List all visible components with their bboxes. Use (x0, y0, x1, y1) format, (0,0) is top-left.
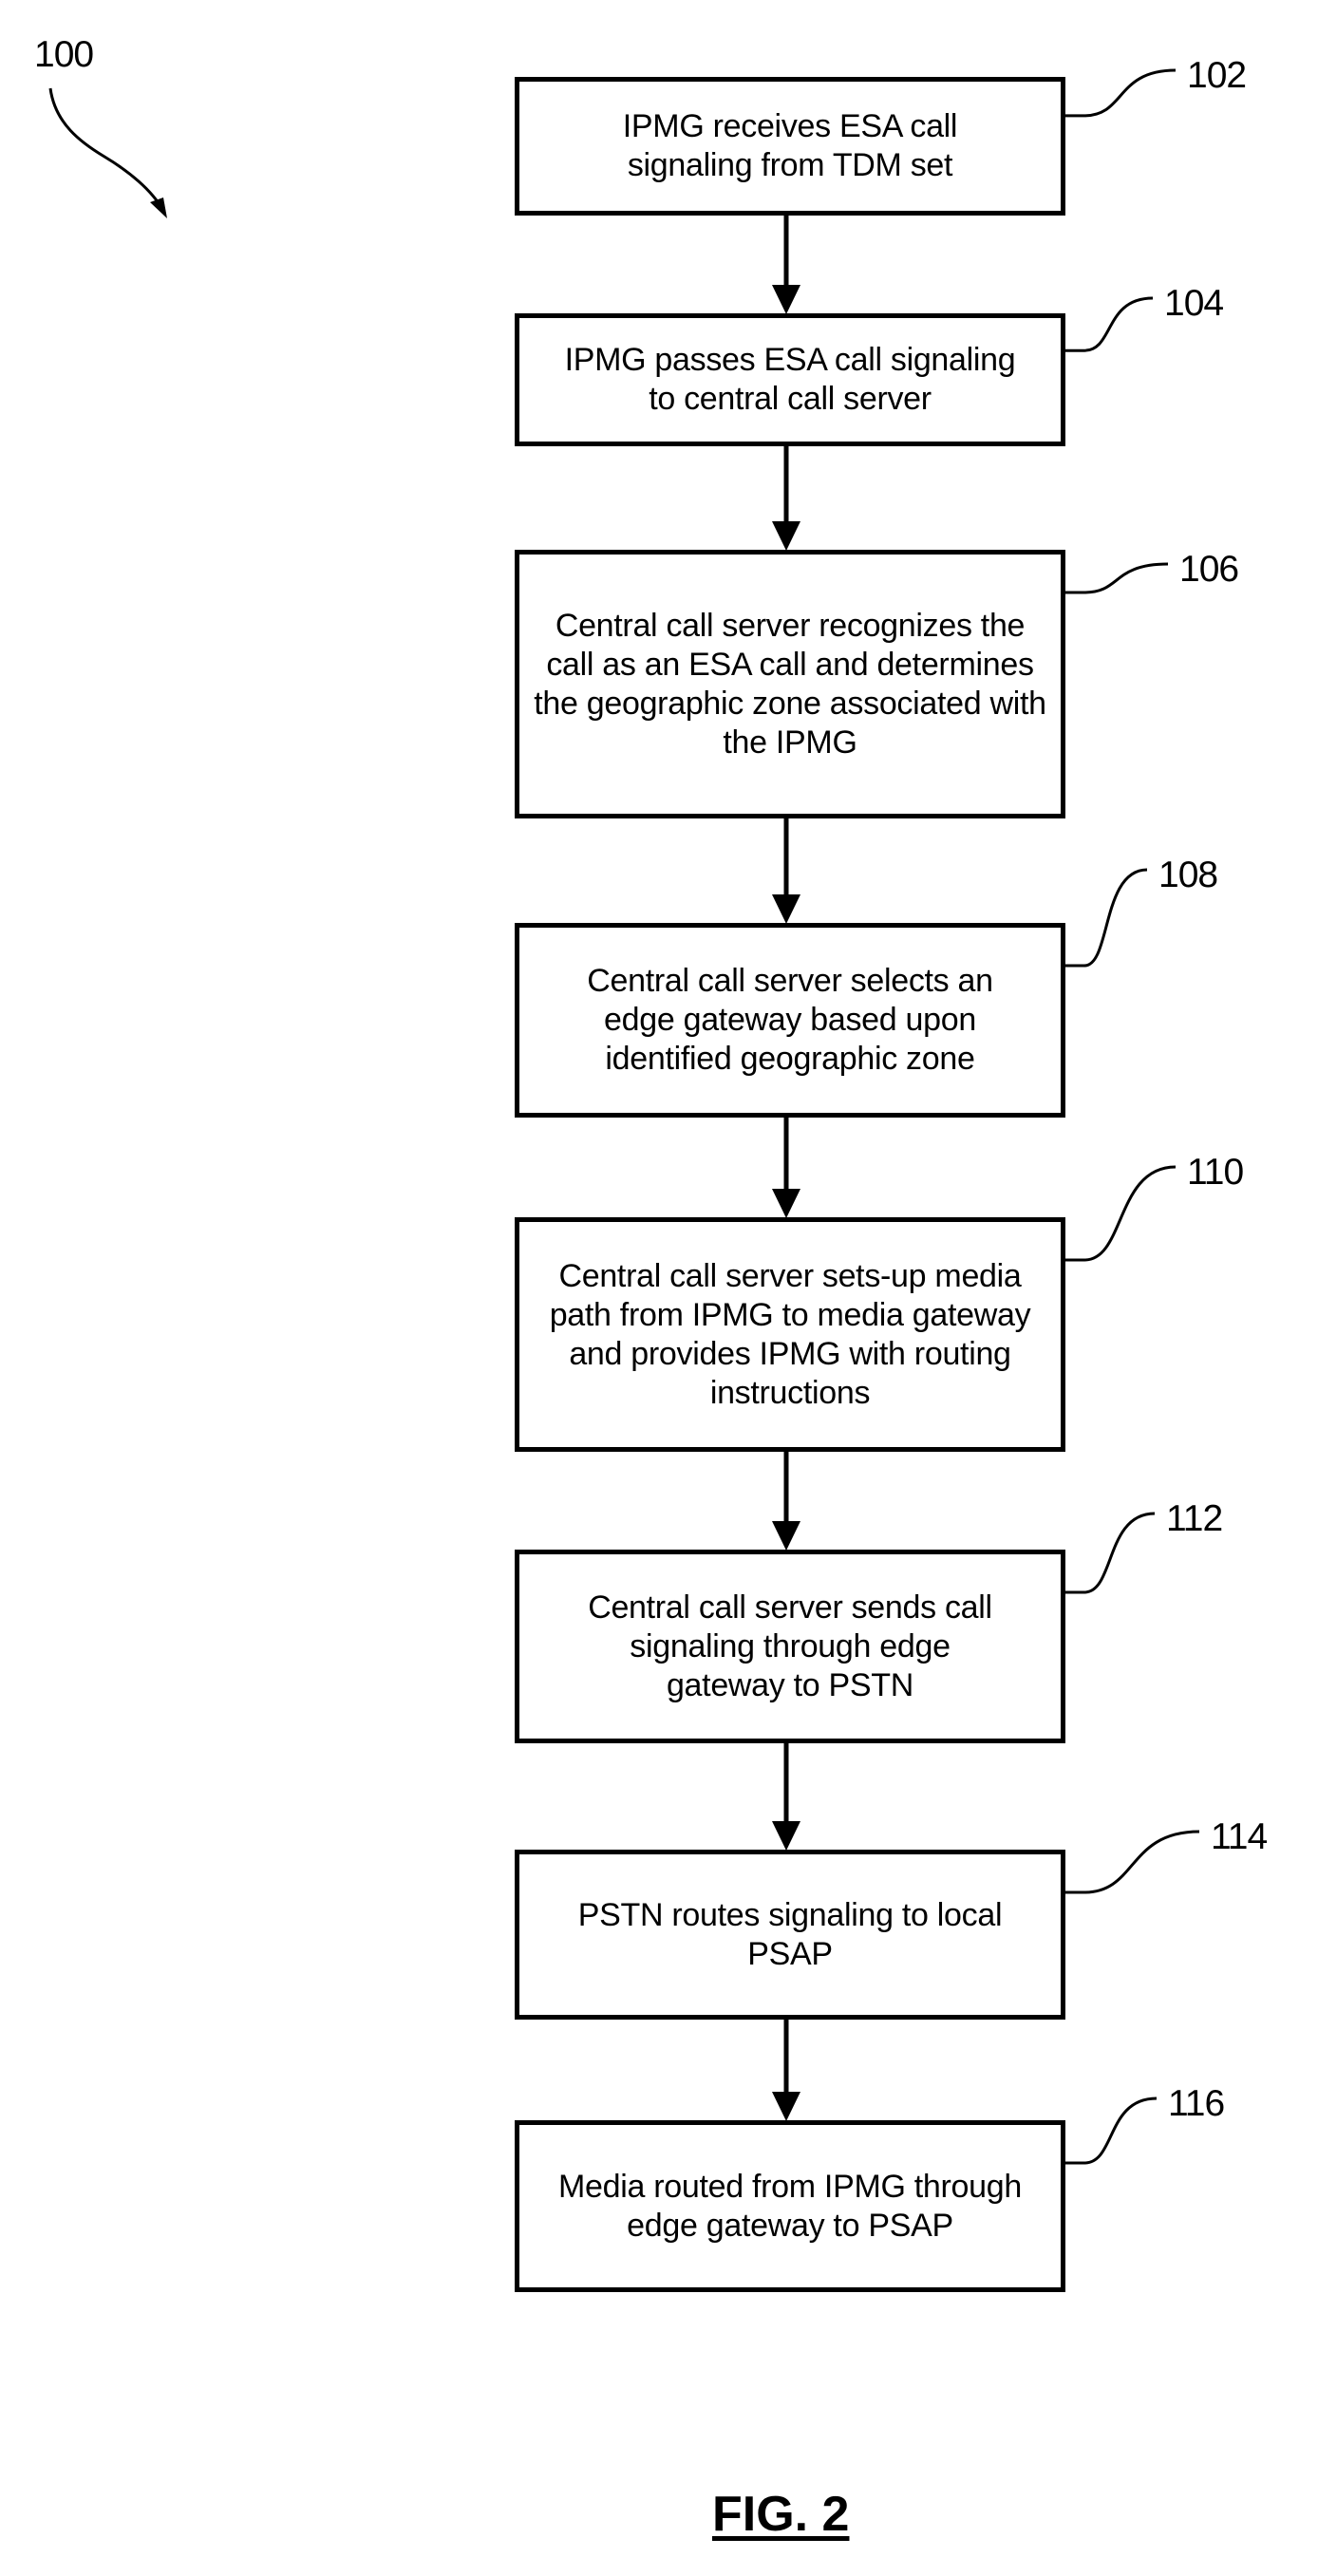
step-reference-110: 110 (1187, 1152, 1244, 1193)
step-box-112: Central call server sends call signaling… (515, 1550, 1065, 1743)
arrowhead-icon (772, 1521, 800, 1551)
step-box-114: PSTN routes signaling to local PSAP (515, 1850, 1065, 2020)
leader-line-110 (1065, 1165, 1177, 1262)
step-reference-106: 106 (1179, 549, 1239, 590)
leader-line-106 (1065, 562, 1169, 594)
step-reference-108: 108 (1158, 855, 1218, 895)
step-box-116: Media routed from IPMG through edge gate… (515, 2120, 1065, 2292)
leader-line-102 (1065, 68, 1177, 118)
arrowhead-icon (772, 2092, 800, 2121)
step-box-108: Central call server selects an edge gate… (515, 923, 1065, 1118)
leader-line-112 (1065, 1512, 1156, 1594)
arrowhead-icon (772, 1821, 800, 1851)
leader-line-114 (1065, 1830, 1200, 1894)
step-reference-104: 104 (1164, 283, 1224, 324)
step-text: Media routed from IPMG through edge gate… (557, 2168, 1022, 2244)
figure-reference-arrowhead (150, 197, 167, 218)
step-text: IPMG passes ESA call signaling to centra… (564, 342, 1016, 417)
step-box-106: Central call server recognizes the call … (515, 550, 1065, 818)
arrowhead-icon (772, 285, 800, 314)
step-text: IPMG receives ESA call signaling from TD… (622, 108, 958, 183)
step-text: Central call server sends call signaling… (588, 1589, 992, 1703)
step-reference-114: 114 (1211, 1816, 1268, 1857)
arrowhead-icon (772, 1189, 800, 1218)
leader-line-108 (1065, 868, 1148, 968)
step-text: Central call server recognizes the call … (534, 607, 1046, 761)
leader-line-104 (1065, 296, 1154, 352)
step-box-110: Central call server sets-up media path f… (515, 1217, 1065, 1452)
step-text: Central call server sets-up media path f… (549, 1257, 1031, 1411)
step-reference-112: 112 (1166, 1498, 1223, 1539)
figure-reference-pointer (48, 87, 165, 212)
step-text: Central call server selects an edge gate… (587, 963, 993, 1077)
step-box-104: IPMG passes ESA call signaling to centra… (515, 313, 1065, 446)
step-reference-102: 102 (1187, 55, 1247, 96)
leader-line-116 (1065, 2097, 1158, 2165)
reference-leaders (1065, 68, 1200, 2165)
step-reference-116: 116 (1168, 2083, 1225, 2124)
step-box-102: IPMG receives ESA call signaling from TD… (515, 77, 1065, 216)
arrowhead-icon (772, 894, 800, 924)
figure-label: FIG. 2 (712, 2487, 850, 2542)
step-text: PSTN routes signaling to local PSAP (577, 1896, 1003, 1972)
figure-reference-number: 100 (34, 34, 94, 75)
arrowhead-icon (772, 521, 800, 551)
flow-arrows (772, 216, 800, 2121)
